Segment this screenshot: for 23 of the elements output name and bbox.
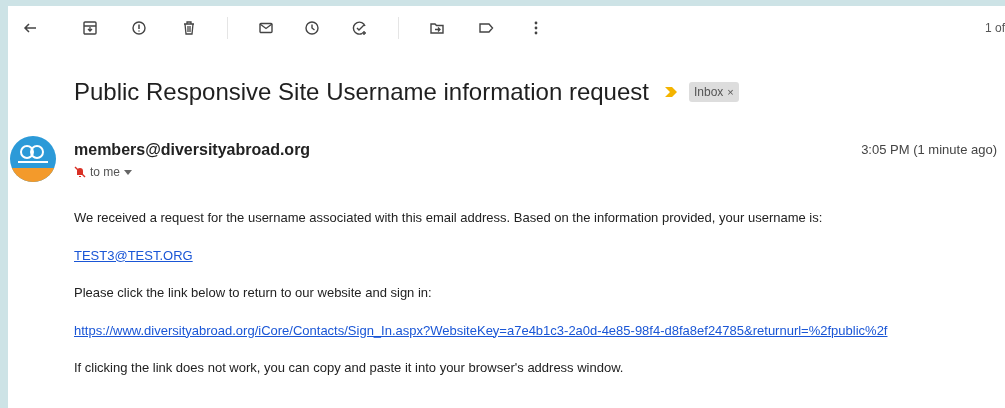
- sender-email: members@diversityabroad.org: [74, 140, 311, 160]
- recipient-dropdown[interactable]: to me: [90, 163, 132, 181]
- link[interactable]: TEST3@TEST.ORG: [74, 245, 193, 265]
- body-paragraph: Please click the link below to return to our website and sign in:: [74, 284, 433, 302]
- email-subject: Public Responsive Site Username information request: [74, 77, 649, 107]
- important-marker-icon[interactable]: [664, 87, 677, 97]
- add-task-icon[interactable]: [352, 20, 368, 36]
- body-paragraph: We received a request for the username associated with this email address. Based on the information provided, your username is:: [74, 209, 824, 227]
- remove-label-button[interactable]: ×: [727, 83, 734, 101]
- report-icon[interactable]: [131, 20, 147, 36]
- received-time: 3:05 PM (1 minute ago): [861, 141, 997, 159]
- archive-icon[interactable]: [82, 20, 98, 36]
- link[interactable]: https://www.diversityabroad.org/iCore/Contacts/Sign_In.aspx?WebsiteKey=a7e4b1c3-2a0d-4e85-98f4-d8fa8ef24785&returnurl=%2fpublic%2f: [74, 320, 888, 340]
- label-icon[interactable]: [478, 20, 494, 36]
- move-to-folder-icon[interactable]: [429, 20, 445, 36]
- body-paragraph: If clicking the link does not work, you can copy and paste it into your browser's address window.: [74, 359, 625, 377]
- label-text: Inbox: [693, 84, 724, 101]
- message-counter: 1 of: [985, 20, 1005, 37]
- bell-off-icon: [74, 166, 86, 178]
- delete-icon[interactable]: [181, 20, 197, 36]
- caret-icon: [124, 169, 132, 175]
- mail-icon[interactable]: [258, 20, 274, 36]
- clock-icon[interactable]: [304, 20, 320, 36]
